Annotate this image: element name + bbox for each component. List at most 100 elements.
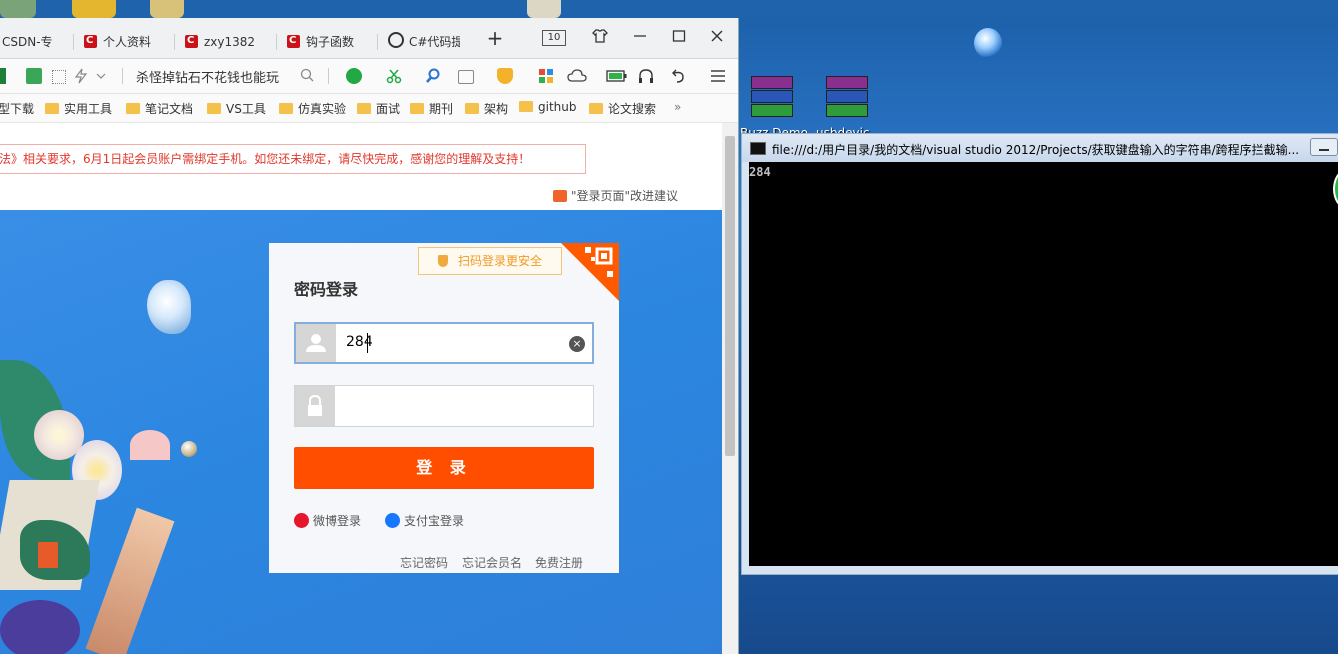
folder-icon	[207, 103, 221, 114]
bookmark-label: 型下载	[0, 102, 35, 116]
tab-separator	[174, 34, 175, 50]
bookmark-folder[interactable]: 型下载	[0, 100, 34, 117]
close-button[interactable]	[707, 28, 727, 48]
weibo-login-link[interactable]: 微博登录	[294, 512, 361, 529]
maximize-button[interactable]	[669, 28, 689, 48]
toolbar-partial-icon[interactable]	[0, 68, 6, 84]
tab-csdn[interactable]: CSDN-专	[2, 28, 66, 56]
scrollbar-thumb[interactable]	[725, 136, 735, 456]
image-icon[interactable]	[458, 70, 474, 84]
password-field[interactable]	[294, 385, 594, 427]
apps-icon[interactable]	[538, 68, 554, 84]
bookmark-folder[interactable]: 仿真实验	[279, 100, 346, 117]
desktop-icon-partial[interactable]	[150, 0, 184, 18]
desktop-icon-partial[interactable]	[0, 0, 36, 18]
tab-separator	[276, 34, 277, 50]
folder-icon	[410, 103, 424, 114]
apps-grid-icon[interactable]	[52, 70, 66, 84]
sphere-decoration	[0, 600, 80, 654]
minimize-button[interactable]	[630, 28, 650, 48]
bookmark-label: 实用工具	[64, 102, 113, 116]
tab-label: zxy1382	[204, 35, 256, 49]
undo-icon[interactable]	[670, 68, 686, 84]
skin-icon[interactable]	[590, 28, 610, 48]
login-button[interactable]: 登 录	[294, 447, 594, 489]
console-screen[interactable]: 284	[749, 162, 1338, 566]
feedback-link[interactable]: "登录页面"改进建议	[553, 187, 678, 204]
page-scrollbar[interactable]	[722, 123, 738, 654]
folder-icon	[279, 103, 293, 114]
bookmark-folder[interactable]: 期刊	[410, 100, 453, 117]
folder-icon	[45, 103, 59, 114]
lightning-icon[interactable]	[74, 68, 90, 84]
bookmark-folder[interactable]: 论文搜索	[589, 100, 656, 117]
username-field[interactable]: 284 ×	[294, 322, 594, 364]
forgot-password-link[interactable]: 忘记密码	[400, 554, 448, 571]
console-window: file:///d:/用户目录/我的文档/visual studio 2012/…	[741, 133, 1338, 575]
tab-hook[interactable]: 钩子函数	[287, 28, 367, 56]
bookmark-folder[interactable]: 笔记文档	[126, 100, 193, 117]
water-droplet-icon	[974, 28, 1002, 58]
web-page: 法》相关要求，6月1日起会员账户需绑定手机。如您还未绑定，请尽快完成，感谢您的理…	[0, 123, 722, 654]
shoe-patch-decoration	[38, 542, 58, 568]
bookmark-label: 论文搜索	[608, 102, 657, 116]
cloud-icon[interactable]	[567, 68, 587, 84]
new-tab-button[interactable]: +	[484, 28, 506, 48]
bookmark-folder[interactable]: 实用工具	[45, 100, 112, 117]
pearl-decoration	[181, 441, 197, 457]
register-link[interactable]: 免费注册	[535, 554, 583, 571]
tab-bar: CSDN-专 个人资料 zxy1382 钩子函数 C#代码提 + 10	[0, 18, 738, 59]
battery-icon[interactable]	[606, 68, 627, 84]
winrar-archive-icon[interactable]	[751, 76, 793, 117]
search-suggestion-text[interactable]: 杀怪掉钻石不花钱也能玩	[136, 67, 279, 86]
winrar-archive-icon[interactable]	[826, 76, 868, 117]
bookmark-label: 仿真实验	[298, 102, 347, 116]
weibo-icon	[294, 513, 309, 528]
desktop-icon-partial[interactable]	[527, 0, 561, 18]
desktop-icon-partial[interactable]	[72, 0, 116, 18]
alipay-icon	[385, 513, 400, 528]
tab-label: 个人资料	[103, 35, 152, 49]
bookmark-folder[interactable]: github	[519, 100, 576, 114]
headphones-icon[interactable]	[638, 68, 654, 84]
browser-window: CSDN-专 个人资料 zxy1382 钩子函数 C#代码提 + 10 杀怪掉钻…	[0, 18, 739, 654]
bookmark-label: github	[538, 100, 577, 114]
clear-icon[interactable]: ×	[569, 336, 585, 352]
qr-login-tip[interactable]: 扫码登录更安全	[418, 247, 562, 275]
notice-banner: 法》相关要求，6月1日起会员账户需绑定手机。如您还未绑定，请尽快完成，感谢您的理…	[0, 144, 586, 174]
bookmark-folder[interactable]: 面试	[357, 100, 400, 117]
tab-profile[interactable]: 个人资料	[84, 28, 164, 56]
chevron-down-icon[interactable]	[96, 68, 112, 84]
tab-label: C#代码提	[409, 35, 460, 49]
tab-csharp[interactable]: C#代码提	[388, 28, 460, 56]
magnifier-icon[interactable]	[425, 68, 441, 84]
username-value: 284	[346, 334, 373, 350]
lock-icon	[295, 386, 335, 426]
bookmark-folder[interactable]: VS工具	[207, 100, 266, 117]
alipay-login-link[interactable]: 支付宝登录	[385, 512, 464, 529]
folder-icon	[589, 103, 603, 114]
translate-icon[interactable]	[346, 68, 362, 84]
bookmark-label: 笔记文档	[145, 102, 194, 116]
tab-zxy[interactable]: zxy1382	[185, 28, 265, 56]
qr-code-icon[interactable]	[561, 243, 619, 301]
shield-icon[interactable]	[497, 68, 513, 84]
qr-tip-label: 扫码登录更安全	[457, 254, 542, 268]
spiral-favicon-icon	[388, 32, 404, 48]
mushroom-decoration	[130, 430, 170, 460]
screenshot-icon[interactable]	[26, 68, 42, 84]
menu-icon[interactable]	[710, 68, 726, 84]
shield-icon	[437, 255, 448, 267]
tab-separator	[73, 34, 74, 50]
bookmark-label: 面试	[376, 102, 401, 116]
console-output: 284	[749, 165, 771, 179]
console-titlebar[interactable]: file:///d:/用户目录/我的文档/visual studio 2012/…	[742, 134, 1338, 162]
scissors-icon[interactable]	[386, 68, 402, 84]
prism-decoration	[85, 507, 175, 654]
tab-count-badge[interactable]: 10	[542, 30, 566, 46]
bookmark-folder[interactable]: 架构	[465, 100, 508, 117]
console-minimize-button[interactable]	[1310, 138, 1338, 156]
search-icon[interactable]	[300, 68, 316, 84]
bookmarks-more-button[interactable]: »	[674, 100, 681, 114]
forgot-username-link[interactable]: 忘记会员名	[462, 554, 522, 571]
